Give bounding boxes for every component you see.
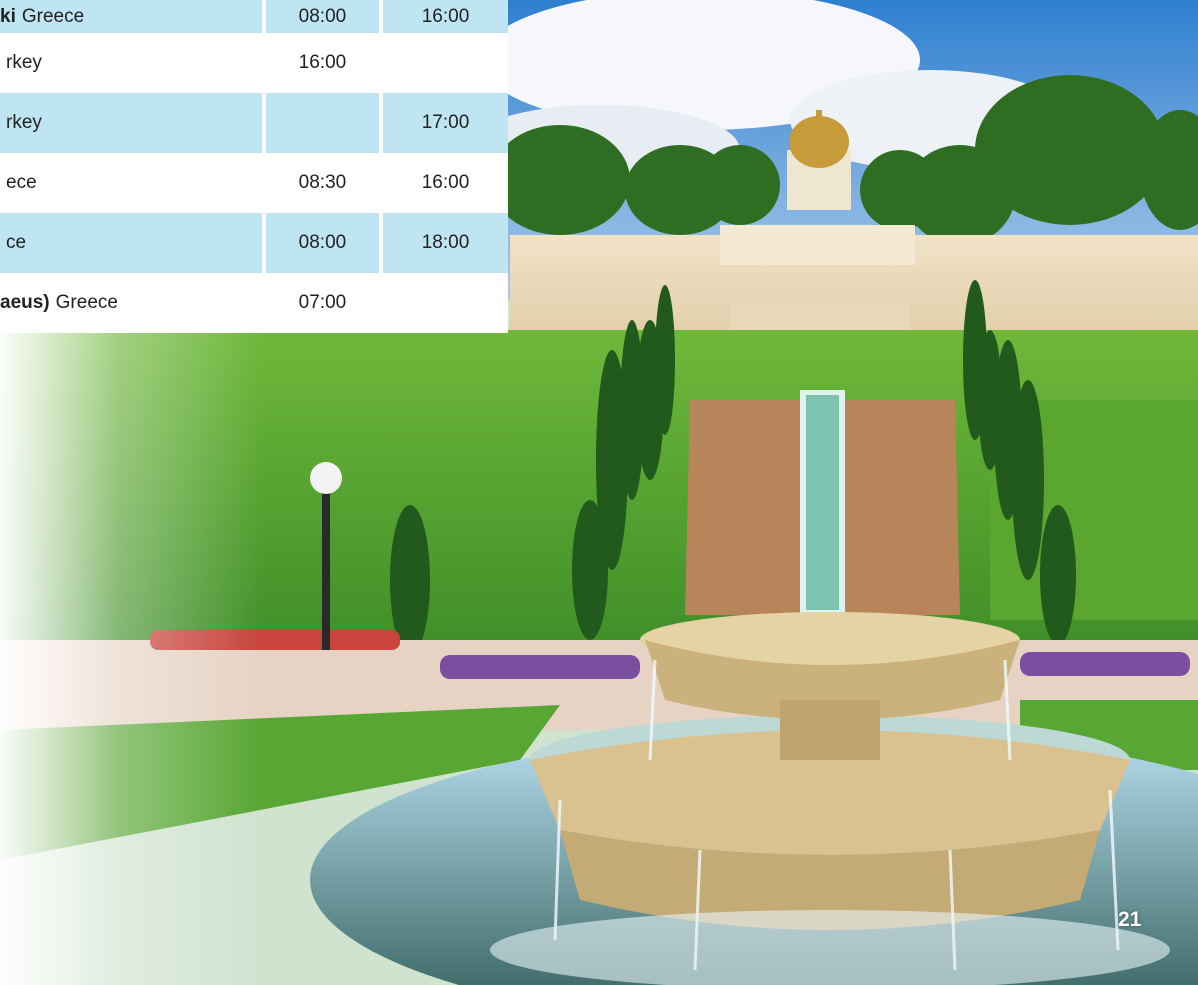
arrive-cell: 08:00	[265, 0, 379, 33]
table-row: ce 08:00 18:00	[0, 213, 508, 273]
arrive-cell	[265, 93, 379, 153]
depart-cell	[383, 273, 508, 333]
page-number: 21	[1118, 908, 1142, 931]
itinerary-table: ki Greece 08:00 16:00 rkey 16:00 rkey 17:…	[0, 0, 508, 333]
depart-cell	[383, 33, 508, 93]
port-cell: rkey	[0, 93, 262, 153]
depart-cell: 17:00	[383, 93, 508, 153]
table-row: rkey 17:00	[0, 93, 508, 153]
table-row: ki Greece 08:00 16:00	[0, 0, 508, 33]
arrive-cell: 08:30	[265, 153, 379, 213]
depart-cell: 16:00	[383, 153, 508, 213]
arrive-cell: 07:00	[265, 273, 379, 333]
table-row: ece 08:30 16:00	[0, 153, 508, 213]
table-row: aeus) Greece 07:00	[0, 273, 508, 333]
depart-cell: 16:00	[383, 0, 508, 33]
depart-cell: 18:00	[383, 213, 508, 273]
arrive-cell: 16:00	[265, 33, 379, 93]
arrive-cell: 08:00	[265, 213, 379, 273]
port-cell: ce	[0, 213, 262, 273]
port-cell: rkey	[0, 33, 262, 93]
port-cell: aeus) Greece	[0, 273, 262, 333]
port-cell: ki Greece	[0, 0, 262, 33]
table-row: rkey 16:00	[0, 33, 508, 93]
port-cell: ece	[0, 153, 262, 213]
